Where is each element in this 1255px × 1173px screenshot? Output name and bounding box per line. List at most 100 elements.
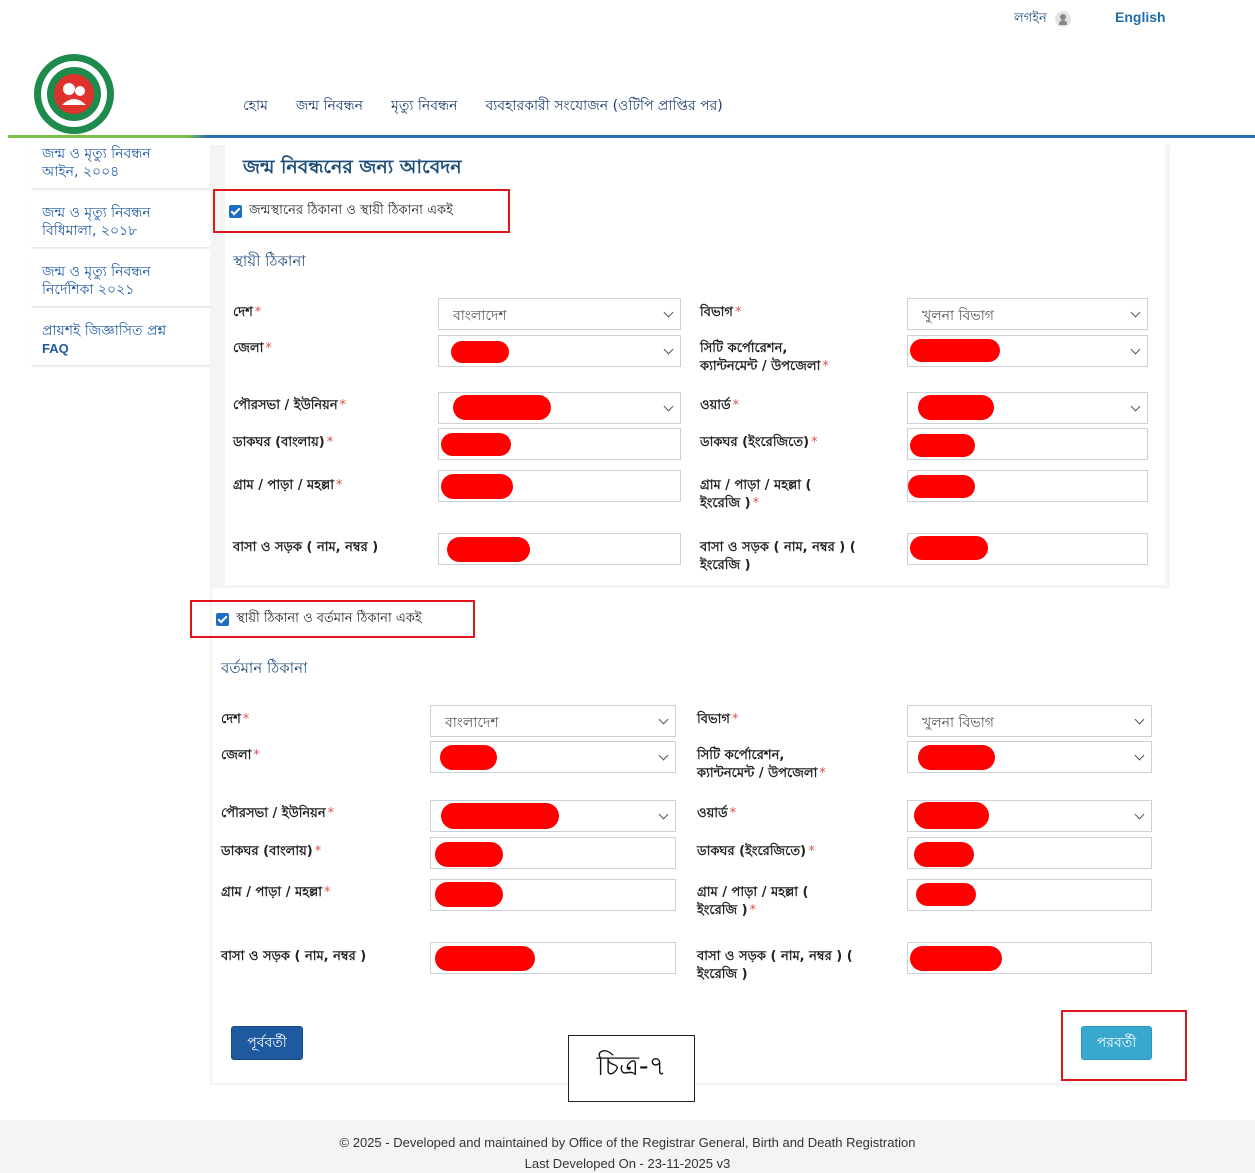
present-post-office-bn-label: ডাকঘর (বাংলায়) * <box>221 844 322 859</box>
present-house-road-en-label: বাসা ও সড়ক ( নাম, নম্বর ) (ইংরেজি ) <box>697 949 853 982</box>
present-post-office-bn-input[interactable] <box>430 837 676 869</box>
checkbox-label[interactable]: জন্মস্থানের ঠিকানা ও স্থায়ী ঠিকানা একই <box>249 201 453 222</box>
house-road-en-input[interactable] <box>907 533 1148 565</box>
figure-caption: চিত্র-৭ <box>568 1035 695 1102</box>
present-city-upazila-label: সিটি কর্পোরেশন, ক্যান্টনমেন্ট / উপজেলা * <box>697 748 826 781</box>
ward-label: ওয়ার্ড * <box>700 398 740 413</box>
present-union-select[interactable] <box>430 800 676 832</box>
top-header: লগইন English হোম জন্ম নিবন্ধন মৃত্যু নিব… <box>0 0 1255 136</box>
house-road-bn-label: বাসা ও সড়ক ( নাম, নম্বর ) <box>233 540 379 555</box>
login-label[interactable]: লগইন <box>1014 11 1047 26</box>
footer-copyright: © 2025 - Developed and maintained by Off… <box>339 1135 916 1150</box>
present-district-label: জেলা * <box>221 748 260 763</box>
house-road-bn-input[interactable] <box>438 533 681 565</box>
redacted-value <box>918 745 995 770</box>
chevron-down-icon <box>1130 344 1141 355</box>
sidebar-item-sublabel: নির্দেশিকা ২০২১ <box>42 282 135 298</box>
redacted-value <box>914 842 974 867</box>
present-house-road-bn-input[interactable] <box>430 942 676 974</box>
sidebar-item-sublabel: FAQ <box>42 341 69 356</box>
sidebar-item-rules-2018[interactable]: জন্ম ও মৃত্যু নিবন্ধন বিধিমালা, ২০১৮ <box>32 199 222 248</box>
chevron-down-icon <box>658 714 669 725</box>
sidebar: জন্ম ও মৃত্যু নিবন্ধন আইন, ২০০৪ জন্ম ও ম… <box>32 140 222 376</box>
previous-button[interactable]: পূর্ববর্তী <box>231 1026 303 1060</box>
redacted-value <box>910 536 988 560</box>
redacted-value <box>441 474 513 499</box>
redacted-value <box>435 842 503 867</box>
present-village-en-label: গ্রাম / পাড়া / মহল্লা (ইংরেজি ) * <box>697 885 809 918</box>
present-city-upazila-select[interactable] <box>907 741 1152 773</box>
ward-select[interactable] <box>907 392 1148 424</box>
city-upazila-select[interactable] <box>907 335 1148 367</box>
post-office-en-input[interactable] <box>907 428 1148 460</box>
nav-user-add[interactable]: ব্যবহারকারী সংযোজন (ওটিপি প্রাপ্তির পর) <box>485 94 722 118</box>
checkbox-label[interactable]: স্থায়ী ঠিকানা ও বর্তমান ঠিকানা একই <box>236 609 422 630</box>
present-address-section <box>212 588 1170 1083</box>
nav-death-registration[interactable]: মৃত্যু নিবন্ধন <box>391 94 457 118</box>
redacted-value <box>916 883 976 906</box>
present-country-select[interactable]: বাংলাদেশ <box>430 705 676 737</box>
footer: © 2025 - Developed and maintained by Off… <box>0 1120 1255 1173</box>
present-division-select[interactable]: খুলনা বিভাগ <box>907 705 1152 737</box>
present-post-office-en-label: ডাকঘর (ইংরেজিতে) * <box>697 844 815 859</box>
sidebar-item-act-2004[interactable]: জন্ম ও মৃত্যু নিবন্ধন আইন, ২০০৪ <box>32 140 222 189</box>
permanent-address-heading: স্থায়ী ঠিকানা <box>233 252 306 270</box>
post-office-bn-input[interactable] <box>438 428 681 460</box>
page-title: জন্ম নিবন্ধনের জন্য আবেদন <box>243 156 462 178</box>
redacted-value <box>441 433 511 456</box>
district-select[interactable] <box>438 335 681 367</box>
present-ward-label: ওয়ার্ড * <box>697 806 737 821</box>
redacted-value <box>910 946 1002 971</box>
redacted-value <box>910 339 1000 362</box>
language-toggle[interactable]: English <box>1115 9 1166 25</box>
present-ward-select[interactable] <box>907 800 1152 832</box>
village-bn-label: গ্রাম / পাড়া / মহল্লা * <box>233 478 343 493</box>
same-birthplace-permanent-checkbox[interactable]: জন্মস্থানের ঠিকানা ও স্থায়ী ঠিকানা একই <box>213 189 510 233</box>
present-village-bn-label: গ্রাম / পাড়া / মহল্লা * <box>221 885 331 900</box>
country-select[interactable]: বাংলাদেশ <box>438 298 681 330</box>
division-select[interactable]: খুলনা বিভাগ <box>907 298 1148 330</box>
redacted-value <box>914 802 989 829</box>
nav-home[interactable]: হোম <box>243 94 268 118</box>
sidebar-item-label: জন্ম ও মৃত্যু নিবন্ধন <box>42 146 151 162</box>
division-label: বিভাগ * <box>700 305 742 320</box>
present-address-heading: বর্তমান ঠিকানা <box>221 659 308 677</box>
present-union-label: পৌরসভা / ইউনিয়ন * <box>221 806 335 821</box>
sidebar-item-faq[interactable]: প্রায়শই জিজ্ঞাসিত প্রশ্ন FAQ <box>32 317 222 366</box>
checkbox-checked-icon[interactable] <box>216 612 229 626</box>
redacted-value <box>908 475 975 498</box>
login-link[interactable]: লগইন <box>1014 9 1071 30</box>
redacted-value <box>453 395 551 420</box>
chevron-down-icon <box>658 809 669 820</box>
present-post-office-en-input[interactable] <box>907 837 1152 869</box>
chevron-down-icon <box>1134 750 1145 761</box>
government-seal-logo[interactable] <box>33 53 115 135</box>
present-village-bn-input[interactable] <box>430 879 676 911</box>
present-district-select[interactable] <box>430 741 676 773</box>
chevron-down-icon <box>1130 401 1141 412</box>
footer-version: Last Developed On - 23-11-2025 v3 <box>524 1156 731 1171</box>
same-permanent-present-checkbox[interactable]: স্থায়ী ঠিকানা ও বর্তমান ঠিকানা একই <box>190 600 475 638</box>
village-bn-input[interactable] <box>438 470 681 502</box>
sidebar-item-sublabel: আইন, ২০০৪ <box>42 164 120 180</box>
post-office-en-label: ডাকঘর (ইংরেজিতে) * <box>700 435 818 450</box>
header-divider <box>8 135 1255 138</box>
redacted-value <box>451 341 509 363</box>
checkbox-checked-icon[interactable] <box>229 204 242 218</box>
user-icon[interactable] <box>1054 10 1071 27</box>
sidebar-item-guideline-2021[interactable]: জন্ম ও মৃত্যু নিবন্ধন নির্দেশিকা ২০২১ <box>32 258 222 307</box>
nav-birth-registration[interactable]: জন্ম নিবন্ধন <box>296 94 363 118</box>
village-en-input[interactable] <box>907 470 1148 502</box>
chevron-down-icon <box>663 344 674 355</box>
next-button[interactable]: পরবর্তী <box>1081 1026 1152 1060</box>
sidebar-item-label: জন্ম ও মৃত্যু নিবন্ধন <box>42 264 151 280</box>
redacted-value <box>447 537 530 562</box>
present-village-en-input[interactable] <box>907 879 1152 911</box>
union-select[interactable] <box>438 392 681 424</box>
present-house-road-bn-label: বাসা ও সড়ক ( নাম, নম্বর ) <box>221 949 367 964</box>
country-label: দেশ * <box>233 305 262 320</box>
present-house-road-en-input[interactable] <box>907 942 1152 974</box>
main-nav: হোম জন্ম নিবন্ধন মৃত্যু নিবন্ধন ব্যবহারক… <box>243 94 723 118</box>
chevron-down-icon <box>658 750 669 761</box>
house-road-en-label: বাসা ও সড়ক ( নাম, নম্বর ) (ইংরেজি ) <box>700 540 856 573</box>
